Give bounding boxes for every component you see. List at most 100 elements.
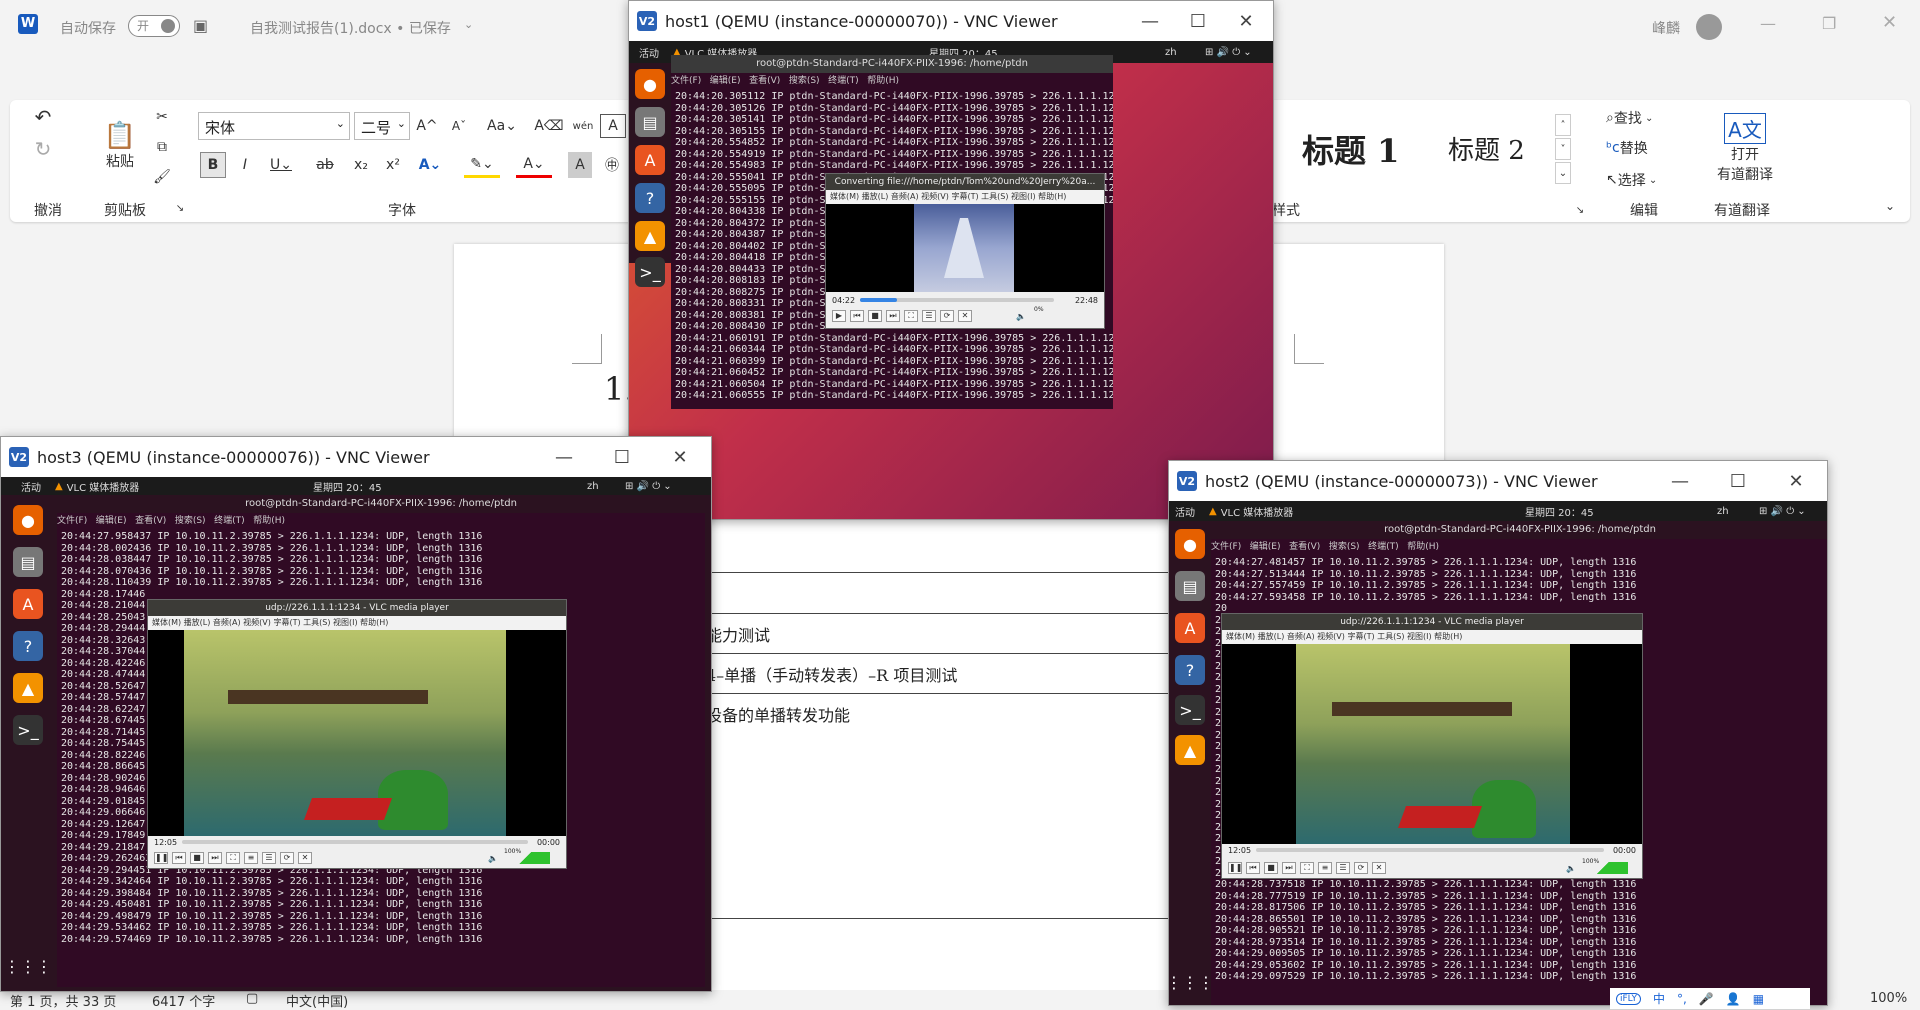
app-grid-icon[interactable]: ⋮⋮⋮ <box>1169 967 1214 997</box>
ime-punct-icon[interactable]: °, <box>1677 992 1687 1006</box>
vlc-window[interactable]: udp://226.1.1.1:1234 - VLC media player … <box>1221 613 1643 879</box>
phonetic-guide-icon[interactable]: wén <box>570 114 596 138</box>
apps-icon[interactable]: ▦ <box>1753 992 1764 1006</box>
format-painter-icon[interactable]: 🖌 <box>150 166 174 188</box>
vlc-menu[interactable]: 媒体(M) 播放(L) 音频(A) 视频(V) 字幕(T) 工具(S) 视图(I… <box>826 190 1104 204</box>
app-menu[interactable]: VLC 媒体播放器 <box>67 479 140 494</box>
close-icon[interactable]: ✕ <box>657 437 703 477</box>
shuffle-icon[interactable]: ✕ <box>1372 862 1386 874</box>
user-icon[interactable]: 👤 <box>1726 992 1741 1006</box>
collapse-ribbon-icon[interactable]: ⌄ <box>1880 196 1900 216</box>
seek-bar[interactable] <box>182 840 528 844</box>
terminal-icon[interactable]: >_ <box>635 257 665 287</box>
video-area[interactable] <box>148 630 566 836</box>
vlc-icon[interactable]: ▲ <box>13 673 43 703</box>
superscript-button[interactable]: x² <box>380 152 406 178</box>
terminal-menu[interactable]: 文件(F) 编辑(E) 查看(V) 搜索(S) 终端(T) 帮助(H) <box>671 73 1113 89</box>
italic-button[interactable]: I <box>232 152 258 178</box>
enclose-char-icon[interactable]: ㊥ <box>600 152 624 178</box>
highlight-icon[interactable]: ✎⌄ <box>464 152 500 178</box>
redo-icon[interactable]: ↻ <box>28 136 58 162</box>
firefox-icon[interactable]: ● <box>13 505 43 535</box>
style-heading-1[interactable]: 标题 1 <box>1302 126 1399 172</box>
styles-more-icon[interactable]: ⌄ <box>1555 162 1571 184</box>
clear-format-icon[interactable]: A⌫ <box>534 114 563 138</box>
pause-icon[interactable]: ❚❚ <box>1228 862 1242 874</box>
fullscreen-icon[interactable]: ⛶ <box>1300 862 1314 874</box>
playlist-icon[interactable]: ☰ <box>1336 862 1350 874</box>
close-icon[interactable]: ✕ <box>1223 1 1269 41</box>
terminal-menu[interactable]: 文件(F) 编辑(E) 查看(V) 搜索(S) 终端(T) 帮助(H) <box>1211 539 1827 555</box>
minimize-icon[interactable]: — <box>541 437 587 477</box>
play-icon[interactable]: ▶ <box>832 310 846 322</box>
files-icon[interactable]: ▤ <box>13 547 43 577</box>
stop-icon[interactable]: ■ <box>868 310 882 322</box>
grow-font-icon[interactable]: A^ <box>414 114 440 138</box>
vnc-window-host3[interactable]: V2 host3 (QEMU (instance-00000076)) - VN… <box>0 436 712 992</box>
styles-scroll-down-icon[interactable]: ˅ <box>1555 138 1571 160</box>
previous-icon[interactable]: ⏮ <box>1246 862 1260 874</box>
vlc-icon[interactable]: ▲ <box>1175 735 1205 765</box>
seek-bar[interactable] <box>860 298 1054 302</box>
video-area[interactable] <box>1222 644 1642 844</box>
vlc-icon[interactable]: ▲ <box>635 221 665 251</box>
speaker-icon[interactable]: 🔈 <box>1016 312 1026 321</box>
title-dropdown-icon[interactable]: ⌄ <box>464 18 473 31</box>
undo-icon[interactable]: ↶ <box>28 104 58 130</box>
proofing-icon[interactable]: ▢ <box>246 991 258 1006</box>
loop-icon[interactable]: ⟳ <box>1354 862 1368 874</box>
find-button[interactable]: ⌕ 查找 ⌄ <box>1606 106 1653 130</box>
maximize-icon[interactable]: ☐ <box>599 437 645 477</box>
system-menu-icons[interactable]: ⊞ 🔊 ⏻ ⌄ <box>1759 506 1806 517</box>
open-youdao-button[interactable]: A文 打开 有道翻译 <box>1710 108 1780 188</box>
activities-button[interactable]: 活动 <box>639 45 659 60</box>
stop-icon[interactable]: ■ <box>190 852 204 864</box>
vnc-window-host1[interactable]: V2 host1 (QEMU (instance-00000070)) - VN… <box>628 0 1274 520</box>
fullscreen-icon[interactable]: ⛶ <box>904 310 918 322</box>
clock[interactable]: 星期四 20：45 <box>313 479 382 494</box>
shuffle-icon[interactable]: ✕ <box>958 310 972 322</box>
help-icon[interactable]: ? <box>1175 655 1205 685</box>
microphone-icon[interactable]: 🎤 <box>1699 992 1714 1006</box>
font-color-icon[interactable]: A⌄ <box>516 152 552 178</box>
next-icon[interactable]: ⏭ <box>1282 862 1296 874</box>
input-method[interactable]: zh <box>1717 506 1729 517</box>
font-size-combo[interactable]: 二号 ⌄ <box>354 112 410 140</box>
ime-mode-icon[interactable]: 中 <box>1653 990 1665 1007</box>
copy-icon[interactable]: ⧉ <box>150 136 174 158</box>
maximize-icon[interactable]: ☐ <box>1715 461 1761 501</box>
cut-icon[interactable]: ✂ <box>150 106 174 128</box>
software-icon[interactable]: A <box>13 589 43 619</box>
extended-settings-icon[interactable]: ≡ <box>244 852 258 864</box>
strikethrough-button[interactable]: ab <box>312 152 338 178</box>
select-button[interactable]: ↖ 选择 ⌄ <box>1606 168 1657 192</box>
loop-icon[interactable]: ⟳ <box>280 852 294 864</box>
speaker-icon[interactable]: 🔈 <box>488 854 498 863</box>
next-icon[interactable]: ⏭ <box>208 852 222 864</box>
vlc-menu[interactable]: 媒体(M) 播放(L) 音频(A) 视频(V) 字幕(T) 工具(S) 视图(I… <box>1222 630 1642 644</box>
previous-icon[interactable]: ⏮ <box>172 852 186 864</box>
playlist-icon[interactable]: ☰ <box>262 852 276 864</box>
status-language[interactable]: 中文(中国) <box>286 991 348 1010</box>
help-icon[interactable]: ? <box>635 183 665 213</box>
text-effects-icon[interactable]: A⌄ <box>412 152 448 178</box>
minimize-icon[interactable]: — <box>1127 1 1173 41</box>
input-method[interactable]: zh <box>587 481 599 492</box>
pause-icon[interactable]: ❚❚ <box>154 852 168 864</box>
close-icon[interactable]: ✕ <box>1773 461 1819 501</box>
activities-button[interactable]: 活动 <box>1175 504 1195 519</box>
playlist-icon[interactable]: ☰ <box>922 310 936 322</box>
files-icon[interactable]: ▤ <box>635 107 665 137</box>
fullscreen-icon[interactable]: ⛶ <box>226 852 240 864</box>
doc-row-1[interactable]: 能力测试 <box>706 622 770 646</box>
status-page[interactable]: 第 1 页，共 33 页 <box>10 991 116 1010</box>
vlc-window[interactable]: udp://226.1.1.1:1234 - VLC media player … <box>147 599 567 869</box>
system-menu-icons[interactable]: ⊞ 🔊 ⏻ ⌄ <box>625 481 672 492</box>
loop-icon[interactable]: ⟳ <box>940 310 954 322</box>
font-name-combo[interactable]: 宋体 ⌄ <box>198 112 350 140</box>
app-menu[interactable]: VLC 媒体播放器 <box>1221 504 1294 519</box>
save-icon[interactable]: ▣ <box>193 16 208 35</box>
zoom-level[interactable]: 100% <box>1870 991 1907 1006</box>
subscript-button[interactable]: x₂ <box>348 152 374 178</box>
minimize-icon[interactable]: — <box>1760 14 1776 33</box>
